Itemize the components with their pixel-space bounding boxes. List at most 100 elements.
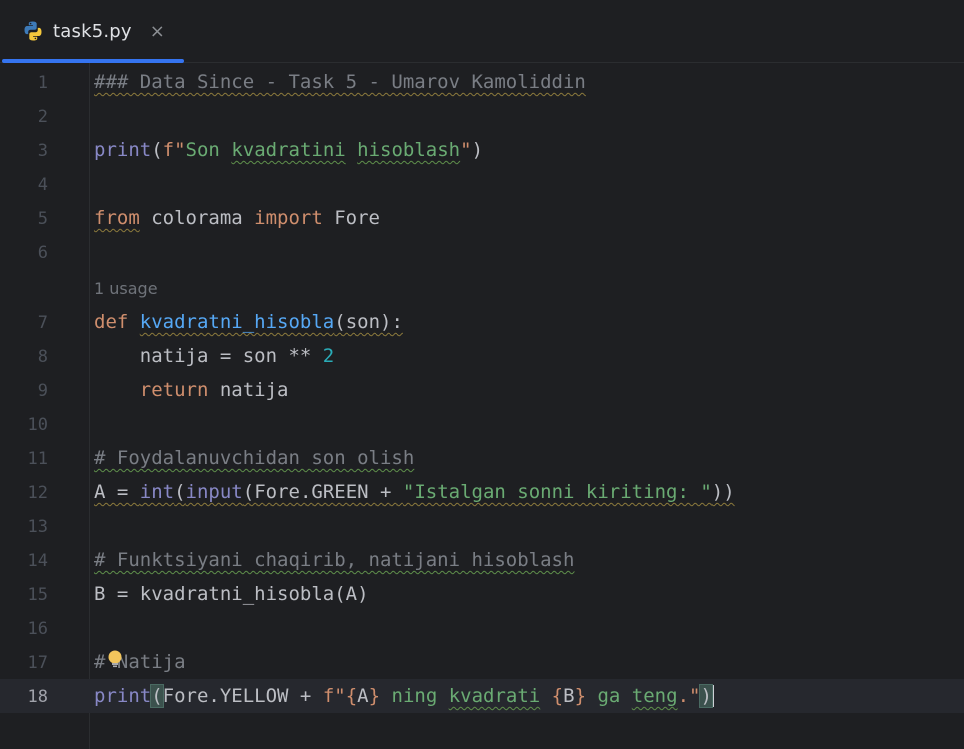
code-line-5[interactable]: 5 from colorama import Fore <box>0 201 964 235</box>
fstring-brace: { <box>551 685 564 707</box>
code-line-7[interactable]: 7 def kvadratni_hisobla(son): <box>0 305 964 339</box>
string-part: ga <box>586 685 632 707</box>
close-icon[interactable]: × <box>150 21 165 42</box>
keyword-return: return <box>139 379 209 401</box>
code-text: ### Data Since - Task 5 - Umarov Kamolid… <box>94 71 586 93</box>
assignment: natija = son ** <box>139 345 323 367</box>
code-line-13[interactable]: 13 <box>0 509 964 543</box>
code-editor[interactable]: 1 ### Data Since - Task 5 - Umarov Kamol… <box>0 63 964 749</box>
string-literal: "Istalgan sonni kiriting: " <box>402 481 712 503</box>
builtin-int: int <box>139 481 175 503</box>
line-number: 13 <box>27 517 48 537</box>
line-number: 17 <box>27 653 48 673</box>
line-number: 9 <box>37 381 48 401</box>
comment: # Foydalanuvchidan son olish <box>94 447 415 469</box>
python-file-icon <box>24 21 42 41</box>
line-number: 10 <box>27 415 48 435</box>
code-text: natija = son ** 2 <box>94 345 334 367</box>
line-number: 14 <box>27 551 48 571</box>
tab-task5-py[interactable]: task5.py × <box>0 0 184 63</box>
comment: Natija <box>116 651 186 673</box>
matched-paren: ( <box>150 684 164 708</box>
code-text: B = kvadratni_hisobla(A) <box>94 583 369 605</box>
module-name: colorama <box>139 207 255 229</box>
fstring-prefix: f" <box>322 685 346 707</box>
fstring-prefix: f" <box>162 139 186 161</box>
code-line-14[interactable]: 14 # Funktsiyani chaqirib, natijani hiso… <box>0 543 964 577</box>
code-line-6[interactable]: 6 <box>0 235 964 269</box>
return-value: natija <box>208 379 289 401</box>
function-params: (son): <box>334 311 403 333</box>
paren: ( <box>151 139 163 161</box>
assignment: A = <box>94 481 140 503</box>
code-line-1[interactable]: 1 ### Data Since - Task 5 - Umarov Kamol… <box>0 65 964 99</box>
code-text: def kvadratni_hisobla(son): <box>94 311 403 333</box>
keyword-import: import <box>254 207 323 229</box>
line-number: 7 <box>37 313 48 333</box>
matched-paren: ) <box>699 684 713 708</box>
string-typo: kvadrati <box>448 685 541 707</box>
string-part <box>540 685 551 707</box>
code-text: print(Fore.YELLOW + f"{A} ning kvadrati … <box>94 684 714 708</box>
string-part: Son <box>185 139 232 161</box>
line-number: 16 <box>27 619 48 639</box>
line-number: 18 <box>27 687 48 707</box>
line-number: 4 <box>37 175 48 195</box>
lightbulb-icon[interactable] <box>107 650 123 668</box>
string-end: ." <box>677 685 701 707</box>
number-literal: 2 <box>322 345 335 367</box>
paren: )) <box>711 481 735 503</box>
builtin-print: print <box>94 139 152 161</box>
code-text: print(f"Son kvadratini hisoblash") <box>94 139 483 161</box>
code-text: # Funktsiyani chaqirib, natijani hisobla… <box>94 549 574 571</box>
comment: ### Data Since - Task 5 - Umarov Kamolid… <box>94 71 586 93</box>
fstring-var: B <box>563 685 575 707</box>
line-number: 8 <box>37 347 48 367</box>
builtin-print: print <box>94 685 152 707</box>
import-name: Fore <box>322 207 380 229</box>
code-line-18[interactable]: 18 print(Fore.YELLOW + f"{A} ning kvadra… <box>0 679 964 713</box>
assignment: B = kvadratni_hisobla(A) <box>94 583 369 605</box>
string-part <box>346 139 357 161</box>
keyword-from: from <box>94 207 140 229</box>
tab-label: task5.py <box>53 20 132 42</box>
line-number: 1 <box>37 73 48 93</box>
code-line-9[interactable]: 9 return natija <box>0 373 964 407</box>
function-name: kvadratni_hisobla <box>139 311 335 333</box>
code-line-8[interactable]: 8 natija = son ** 2 <box>0 339 964 373</box>
code-line-2[interactable]: 2 <box>0 99 964 133</box>
call-args: (Fore.GREEN + <box>242 481 403 503</box>
code-line-12[interactable]: 12 A = int(input(Fore.GREEN + "Istalgan … <box>0 475 964 509</box>
code-line-16[interactable]: 16 <box>0 611 964 645</box>
line-number: 2 <box>37 107 48 127</box>
line-number: 6 <box>37 243 48 263</box>
fstring-brace: } <box>368 685 381 707</box>
text-caret <box>711 685 714 707</box>
code-line-15[interactable]: 15 B = kvadratni_hisobla(A) <box>0 577 964 611</box>
code-text: return natija <box>94 379 289 401</box>
fstring-brace: { <box>345 685 358 707</box>
code-line-10[interactable]: 10 <box>0 407 964 441</box>
tab-bar: task5.py × <box>0 0 964 63</box>
expression: Fore.YELLOW + <box>162 685 323 707</box>
usage-inlay-hint[interactable]: 1 usage <box>94 279 158 298</box>
line-number: 15 <box>27 585 48 605</box>
string-typo: hisoblash <box>357 139 461 161</box>
code-line-11[interactable]: 11 # Foydalanuvchidan son olish <box>0 441 964 475</box>
line-number: 11 <box>27 449 48 469</box>
paren: ) <box>471 139 484 161</box>
code-line-4[interactable]: 4 <box>0 167 964 201</box>
paren: ( <box>174 481 186 503</box>
code-line-3[interactable]: 3 print(f"Son kvadratini hisoblash") <box>0 133 964 167</box>
keyword-def: def <box>94 311 129 333</box>
builtin-input: input <box>185 481 243 503</box>
comment: # Funktsiyani chaqirib, natijani hisobla… <box>94 549 575 571</box>
line-number: 12 <box>27 483 48 503</box>
string-quote: " <box>460 139 472 161</box>
string-typo: kvadratini <box>231 139 346 161</box>
code-line-17[interactable]: 17 # Natija <box>0 645 964 679</box>
string-typo: teng <box>631 685 678 707</box>
line-number: 5 <box>37 209 48 229</box>
